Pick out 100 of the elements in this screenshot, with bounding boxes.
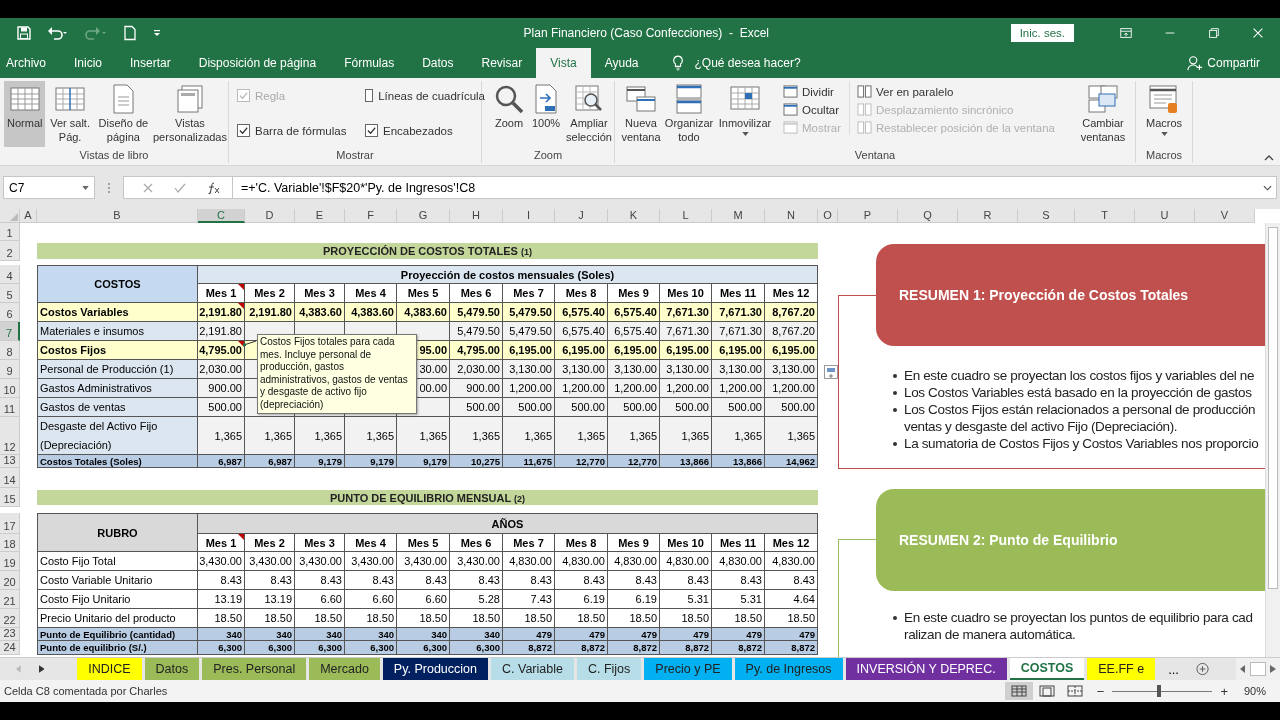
window-option[interactable]: Ocultar	[781, 102, 843, 117]
sign-in-button[interactable]: Inic. ses.	[1010, 24, 1074, 42]
formula-field[interactable]: =+'C. Variable'!$F$20*'Py. de Ingresos'!C8	[232, 176, 1277, 199]
column-header[interactable]: U	[1135, 209, 1195, 223]
column-header[interactable]: C	[198, 209, 245, 223]
ribbon-tab[interactable]: Fórmulas	[330, 48, 409, 78]
column-header[interactable]: Q	[898, 209, 958, 223]
zoom-button[interactable]: 100%	[528, 81, 564, 147]
sheet-tab[interactable]: INDICE	[77, 658, 142, 680]
row-header[interactable]: 18	[0, 534, 20, 552]
sheet-tab[interactable]: EE.FF e	[1087, 658, 1156, 680]
row-header[interactable]: 2	[0, 241, 20, 261]
window-option[interactable]: Dividir	[781, 84, 843, 99]
window-button[interactable]: Organizar todo	[663, 81, 715, 147]
sheet-tab[interactable]: Precio y PE	[644, 658, 732, 680]
undo-icon[interactable]	[46, 25, 70, 41]
column-header[interactable]: G	[397, 209, 450, 223]
row-header[interactable]: 23	[0, 628, 20, 641]
window-button[interactable]: Nueva ventana	[619, 81, 663, 147]
zoom-button[interactable]: Ampliar selección	[564, 81, 614, 147]
view-button[interactable]: Ver salt. Pág.	[45, 81, 95, 147]
horizontal-scrollbar[interactable]	[1236, 658, 1280, 680]
column-header[interactable]: N	[765, 209, 818, 223]
ribbon-display-icon[interactable]	[1119, 26, 1133, 40]
more-sheets-button[interactable]: ...	[1162, 658, 1185, 680]
column-header[interactable]: T	[1075, 209, 1135, 223]
ribbon-tab[interactable]: Inicio	[60, 48, 117, 78]
row-header[interactable]: 17	[0, 513, 20, 534]
normal-view-icon[interactable]	[1004, 682, 1033, 700]
sheet-tab[interactable]: INVERSIÓN Y DEPREC.	[845, 658, 1007, 680]
ribbon-tab[interactable]: Ayuda	[590, 48, 653, 78]
column-header[interactable]: V	[1195, 209, 1255, 223]
sheet-tab[interactable]: Mercado	[309, 658, 380, 680]
row-header[interactable]: 5	[0, 284, 20, 303]
zoom-level[interactable]: 90%	[1243, 685, 1266, 697]
column-header[interactable]: B	[37, 209, 198, 223]
tell-me-field[interactable]: ¿Qué desea hacer?	[694, 56, 801, 70]
column-header[interactable]: F	[345, 209, 397, 223]
row-header[interactable]: 4	[0, 265, 20, 284]
row-header[interactable]: 6	[0, 303, 20, 322]
window-button[interactable]: Inmovilizar	[715, 81, 775, 147]
row-header[interactable]: 22	[0, 609, 20, 628]
row-header[interactable]: 13	[0, 455, 20, 468]
column-header[interactable]: K	[608, 209, 660, 223]
row-header[interactable]: 12	[0, 417, 20, 455]
new-document-icon[interactable]	[122, 25, 138, 41]
view-button[interactable]: Normal	[4, 81, 46, 147]
row-header[interactable]: 10	[0, 379, 20, 398]
checkbox[interactable]: Líneas de cuadrícula	[365, 89, 485, 102]
sheet-tab[interactable]: COSTOS	[1009, 658, 1085, 680]
zoom-in-button[interactable]: +	[1220, 683, 1228, 699]
sheet-tab[interactable]: Pres. Personal	[202, 658, 307, 680]
column-header[interactable]: A	[20, 209, 37, 223]
row-header[interactable]: 14	[0, 468, 20, 488]
column-header[interactable]: J	[555, 209, 608, 223]
next-sheet-icon[interactable]	[38, 665, 45, 673]
collapse-ribbon-icon[interactable]	[1264, 155, 1274, 161]
ribbon-tab[interactable]: Datos	[408, 48, 468, 78]
row-header[interactable]: 8	[0, 341, 20, 360]
zoom-out-button[interactable]: −	[1096, 683, 1105, 699]
quick-analysis-icon[interactable]	[824, 365, 838, 379]
share-button[interactable]: Compartir	[1181, 48, 1280, 78]
row-header[interactable]: 24	[0, 641, 20, 655]
row-header[interactable]: 9	[0, 360, 20, 379]
checkbox[interactable]: Barra de fórmulas	[237, 124, 365, 137]
ribbon-tab[interactable]: Vista	[536, 48, 591, 78]
column-header[interactable]: H	[450, 209, 503, 223]
view-button[interactable]: Diseño de página	[94, 81, 152, 147]
column-header[interactable]: D	[245, 209, 295, 223]
add-sheet-icon[interactable]	[1195, 662, 1209, 676]
row-header[interactable]: 19	[0, 552, 20, 571]
ribbon-tab[interactable]: Disposición de página	[184, 48, 331, 78]
row-header[interactable]: 7	[0, 322, 20, 341]
row-header[interactable]: 21	[0, 590, 20, 609]
sheet-tab[interactable]: C. Variable	[491, 658, 574, 680]
lightbulb-icon[interactable]	[672, 55, 685, 71]
column-header[interactable]: L	[660, 209, 712, 223]
ribbon-tab[interactable]: Archivo	[0, 48, 60, 78]
zoom-button[interactable]: Zoom	[490, 81, 528, 147]
save-icon[interactable]	[16, 25, 32, 41]
sheet-tab[interactable]: Datos	[144, 658, 200, 680]
sheet-tab[interactable]: Py. Produccion	[382, 658, 488, 680]
column-header[interactable]: S	[1018, 209, 1075, 223]
ribbon-tab[interactable]: Revisar	[467, 48, 537, 78]
restore-icon[interactable]	[1207, 26, 1221, 40]
column-header[interactable]: I	[503, 209, 555, 223]
sheet-tab[interactable]: Py. de Ingresos	[734, 658, 843, 680]
checkbox[interactable]: Encabezados	[365, 124, 485, 137]
name-box[interactable]: C7	[3, 176, 95, 199]
row-header[interactable]: 11	[0, 398, 20, 417]
window-option[interactable]: Ver en paralelo	[855, 84, 1057, 99]
scroll-left-icon[interactable]	[1240, 665, 1246, 673]
column-header[interactable]: O	[818, 209, 838, 223]
row-header[interactable]: 1	[0, 223, 20, 241]
sheet-tab[interactable]: C. Fijos	[576, 658, 642, 680]
insert-function-icon[interactable]	[206, 181, 222, 194]
column-header[interactable]: P	[838, 209, 898, 223]
ribbon-tab[interactable]: Insertar	[116, 48, 185, 78]
scroll-right-icon[interactable]	[1270, 665, 1276, 673]
row-header[interactable]: 15	[0, 488, 20, 507]
